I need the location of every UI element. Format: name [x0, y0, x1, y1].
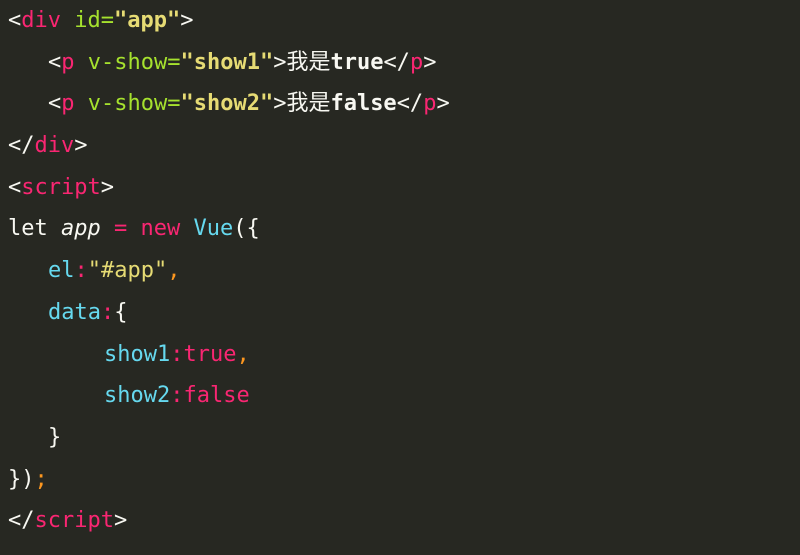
- tag-name: p: [61, 49, 75, 75]
- bracket: <: [8, 8, 22, 33]
- boolean-value: true: [183, 341, 237, 367]
- code-line-5: <script>: [0, 167, 800, 209]
- tag-name: p: [61, 91, 75, 117]
- bracket: <: [48, 49, 62, 75]
- colon: :: [170, 341, 184, 367]
- bracket: >: [100, 174, 114, 200]
- class-name: Vue: [193, 216, 234, 242]
- bracket: </: [383, 49, 410, 75]
- bracket: <: [8, 174, 22, 200]
- attribute-name: v-show=: [74, 49, 181, 75]
- tag-name: p: [409, 49, 424, 75]
- code-line-2: <p v-show="show1">我是true</p>: [0, 42, 800, 84]
- comma: ,: [236, 341, 250, 367]
- code-line-4: </div>: [0, 125, 800, 167]
- code-line-9: show1:true,: [0, 334, 800, 376]
- attribute-value: "show1": [180, 49, 274, 75]
- boolean-value: false: [183, 383, 250, 409]
- attribute-value: "show2": [180, 91, 274, 117]
- property-name: el: [48, 258, 75, 284]
- text-content-cjk: 我是: [286, 91, 331, 117]
- tag-name: script: [34, 508, 114, 534]
- string-value: "#app": [87, 258, 168, 284]
- bracket: <: [48, 91, 62, 117]
- bracket: </: [8, 508, 35, 534]
- bracket: >: [273, 49, 287, 75]
- code-line-1: <div id="app">: [0, 0, 800, 42]
- code-line-10: show2:false: [0, 375, 800, 417]
- text-content-cjk: 我是: [286, 49, 331, 75]
- bracket: >: [180, 8, 194, 33]
- bracket: </: [8, 133, 35, 159]
- comma: ,: [167, 258, 181, 284]
- bracket: >: [423, 49, 437, 75]
- property-name: show1: [104, 341, 171, 367]
- punctuation: ({: [233, 216, 260, 242]
- semicolon: ;: [34, 466, 48, 492]
- bracket: >: [74, 133, 88, 159]
- tag-name: p: [423, 91, 437, 117]
- code-line-3: <p v-show="show2">我是false</p>: [0, 83, 800, 125]
- tag-name: div: [21, 8, 61, 33]
- keyword-let: let: [8, 216, 61, 242]
- code-line-11: }: [0, 417, 800, 459]
- property-name: data: [48, 299, 101, 325]
- punctuation: }): [8, 466, 35, 492]
- text-content: false: [330, 91, 397, 117]
- colon: :: [74, 258, 88, 284]
- attribute-name: id=: [61, 8, 114, 33]
- bracket: >: [273, 91, 287, 117]
- keyword-new: new: [140, 216, 181, 242]
- code-line-12: });: [0, 459, 800, 501]
- tag-name: script: [21, 174, 101, 200]
- colon: :: [170, 383, 184, 409]
- code-line-6: let app = new Vue({: [0, 208, 800, 250]
- code-line-8: data:{: [0, 292, 800, 334]
- bracket: >: [113, 508, 128, 534]
- tag-name: div: [34, 133, 75, 159]
- colon: :: [100, 299, 115, 325]
- bracket: >: [436, 91, 450, 117]
- code-editor[interactable]: <div id="app"> <p v-show="show1">我是true<…: [0, 0, 800, 555]
- brace: {: [114, 299, 128, 325]
- property-name: show2: [104, 383, 171, 409]
- code-line-7: el:"#app",: [0, 250, 800, 292]
- brace: }: [48, 424, 62, 450]
- operator: =: [100, 216, 141, 242]
- attribute-value: "app": [113, 8, 181, 33]
- variable-name: app: [60, 216, 101, 242]
- code-line-13: </script>: [0, 500, 800, 542]
- attribute-name: v-show=: [74, 91, 181, 117]
- text-content: true: [330, 49, 384, 75]
- bracket: </: [396, 91, 424, 117]
